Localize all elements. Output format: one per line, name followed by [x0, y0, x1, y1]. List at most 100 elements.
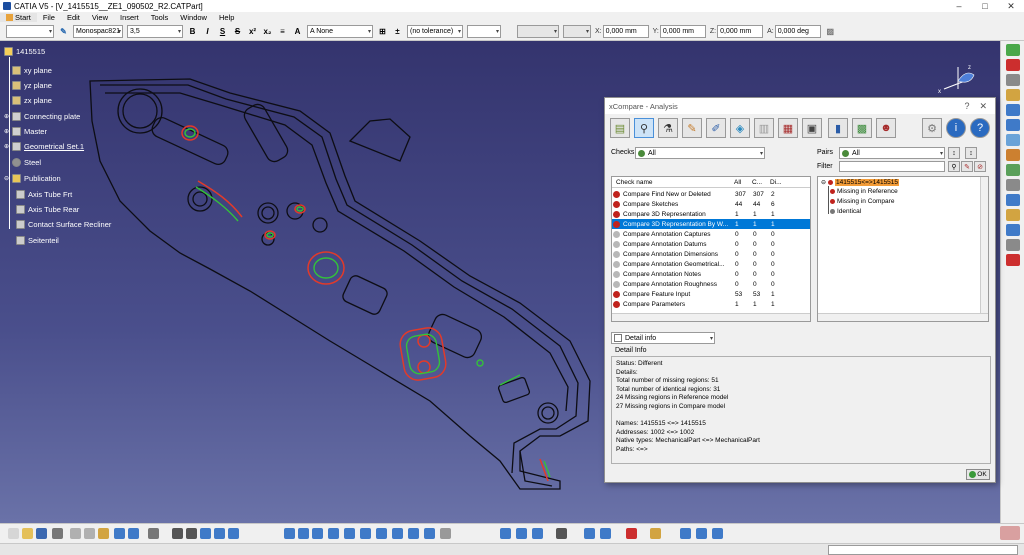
font-name-combo[interactable]: Monospac821 ▾	[73, 25, 123, 38]
check-row[interactable]: Compare 3D Representation 1 1 1	[612, 209, 810, 219]
pair-root-node[interactable]: ⊖ 1415515<=>1415515	[821, 179, 900, 186]
tree-item-steel[interactable]: Steel	[12, 158, 41, 167]
menu-start[interactable]: Start	[0, 13, 37, 22]
check-icon[interactable]	[650, 528, 661, 539]
users-icon[interactable]: ☻	[876, 118, 896, 138]
filter-search-icon[interactable]: ⚲	[948, 161, 960, 172]
menu-tools[interactable]: Tools	[145, 13, 175, 22]
help-icon[interactable]	[148, 528, 159, 539]
microscope-icon[interactable]: ⚗	[658, 118, 678, 138]
check-row[interactable]: Compare 3D Representation By W... 1 1 1	[612, 219, 810, 229]
menu-window[interactable]: Window	[174, 13, 213, 22]
tools-icon[interactable]	[680, 528, 691, 539]
fly-icon[interactable]	[284, 528, 295, 539]
texture-icon[interactable]	[600, 528, 611, 539]
strikethrough-icon[interactable]: S	[232, 26, 243, 37]
pairs-horizontal-scrollbar[interactable]	[818, 313, 988, 321]
anchor-icon[interactable]: ⊞	[377, 26, 388, 37]
cursor-icon[interactable]	[1006, 74, 1020, 86]
delete-icon[interactable]	[1006, 59, 1020, 71]
knowledge-icon[interactable]	[200, 528, 211, 539]
measure-icon[interactable]	[1006, 149, 1020, 161]
info-icon[interactable]: i	[946, 118, 966, 138]
filter-input[interactable]	[839, 161, 945, 172]
pan-icon[interactable]	[298, 528, 309, 539]
tree-compare-icon[interactable]: ▩	[852, 118, 872, 138]
cut-icon[interactable]	[70, 528, 81, 539]
menu-file[interactable]: File	[37, 13, 61, 22]
pairs-select[interactable]: All ▾	[839, 147, 945, 159]
iso-view-icon[interactable]	[376, 528, 387, 539]
hide-show-icon[interactable]	[408, 528, 419, 539]
open-icon[interactable]	[22, 528, 33, 539]
compass-icon[interactable]: x z	[930, 59, 980, 99]
sort-az-icon[interactable]: ↕	[948, 147, 960, 159]
error-icon[interactable]	[1006, 254, 1020, 266]
analysis-icon[interactable]	[1006, 134, 1020, 146]
swap-icon[interactable]	[424, 528, 435, 539]
expand-icon[interactable]: ⊕	[4, 128, 9, 135]
bold-icon[interactable]: B	[187, 26, 198, 37]
tree-item-geometrical-set[interactable]: ⊕ Geometrical Set.1	[4, 142, 84, 151]
tree-item-seitenteil[interactable]: Seitenteil	[16, 236, 59, 245]
angle-field[interactable]: 0,000 deg	[774, 25, 821, 38]
filter-apply-icon[interactable]: ✎	[961, 161, 973, 172]
search-icon[interactable]: ⚲	[634, 118, 654, 138]
fill-combo[interactable]: A None ▾	[307, 25, 373, 38]
col-different[interactable]: Di...	[768, 179, 786, 186]
check-row[interactable]: Compare Feature Input 53 53 1	[612, 289, 810, 299]
zoom-in-icon[interactable]	[328, 528, 339, 539]
menu-view[interactable]: View	[86, 13, 114, 22]
tree-item-connecting-plate[interactable]: ⊕ Connecting plate	[4, 112, 80, 121]
style-combo[interactable]: ▾	[6, 25, 54, 38]
tree-item-publication[interactable]: ⊖ Publication	[4, 174, 61, 183]
macro-icon[interactable]	[712, 528, 723, 539]
view-icon[interactable]	[1006, 194, 1020, 206]
checks-select[interactable]: All ▾	[635, 147, 765, 159]
pair-missing-in-reference[interactable]: Missing in Reference	[830, 188, 898, 195]
maximize-button[interactable]: □	[972, 1, 998, 12]
close-button[interactable]: ✕	[998, 1, 1024, 12]
expand-icon[interactable]: ⊕	[4, 113, 9, 120]
minimize-button[interactable]: –	[946, 1, 972, 12]
style-combo-2[interactable]: ▾	[517, 25, 559, 38]
y-field[interactable]: 0,000 mm	[659, 25, 706, 38]
chart-icon[interactable]: ▦	[778, 118, 798, 138]
help-circle-icon[interactable]: ?	[970, 118, 990, 138]
z-field[interactable]: 0,000 mm	[717, 25, 764, 38]
geometry-compare-icon[interactable]: ◈	[730, 118, 750, 138]
shading-icon[interactable]	[392, 528, 403, 539]
command-input[interactable]	[828, 545, 1018, 555]
tag-icon[interactable]: ✎	[682, 118, 702, 138]
inertia-icon[interactable]	[532, 528, 543, 539]
bookmark-icon[interactable]: ▮	[828, 118, 848, 138]
rotate-icon[interactable]	[312, 528, 323, 539]
measure-item-icon[interactable]	[516, 528, 527, 539]
style-combo-3[interactable]: ▾	[563, 25, 591, 38]
check-row[interactable]: Compare Annotation Datums 0 0 0	[612, 239, 810, 249]
menu-help[interactable]: Help	[213, 13, 240, 22]
tree-item-zx-plane[interactable]: zx plane	[12, 96, 52, 105]
check-row[interactable]: Compare Annotation Roughness 0 0 0	[612, 279, 810, 289]
detail-select[interactable]: Detail info ▾	[611, 332, 715, 344]
check-row[interactable]: Compare Parameters 1 1 1	[612, 299, 810, 309]
comment-icon[interactable]	[186, 528, 197, 539]
quick-view-icon[interactable]	[440, 528, 451, 539]
tolerance-value-combo[interactable]: ▾	[467, 25, 501, 38]
col-all[interactable]: All	[732, 179, 750, 186]
copy-icon[interactable]	[84, 528, 95, 539]
expand-icon[interactable]: ⊕	[4, 143, 9, 150]
check-row[interactable]: Compare Annotation Captures 0 0 0	[612, 229, 810, 239]
format-painter-icon[interactable]: ✎	[58, 26, 69, 37]
col-compared[interactable]: C...	[750, 179, 768, 186]
check-row[interactable]: Compare Annotation Notes 0 0 0	[612, 269, 810, 279]
pair-identical[interactable]: Identical	[830, 208, 861, 215]
annotation-compare-icon[interactable]: ▥	[754, 118, 774, 138]
collapse-icon[interactable]: ⊖	[821, 179, 826, 186]
menu-edit[interactable]: Edit	[61, 13, 86, 22]
text-frame-icon[interactable]: A	[292, 26, 303, 37]
settings-icon[interactable]: ⚙	[922, 118, 942, 138]
catalog-icon[interactable]	[214, 528, 225, 539]
camera-icon[interactable]	[556, 528, 567, 539]
xcompare-icon[interactable]	[626, 528, 637, 539]
